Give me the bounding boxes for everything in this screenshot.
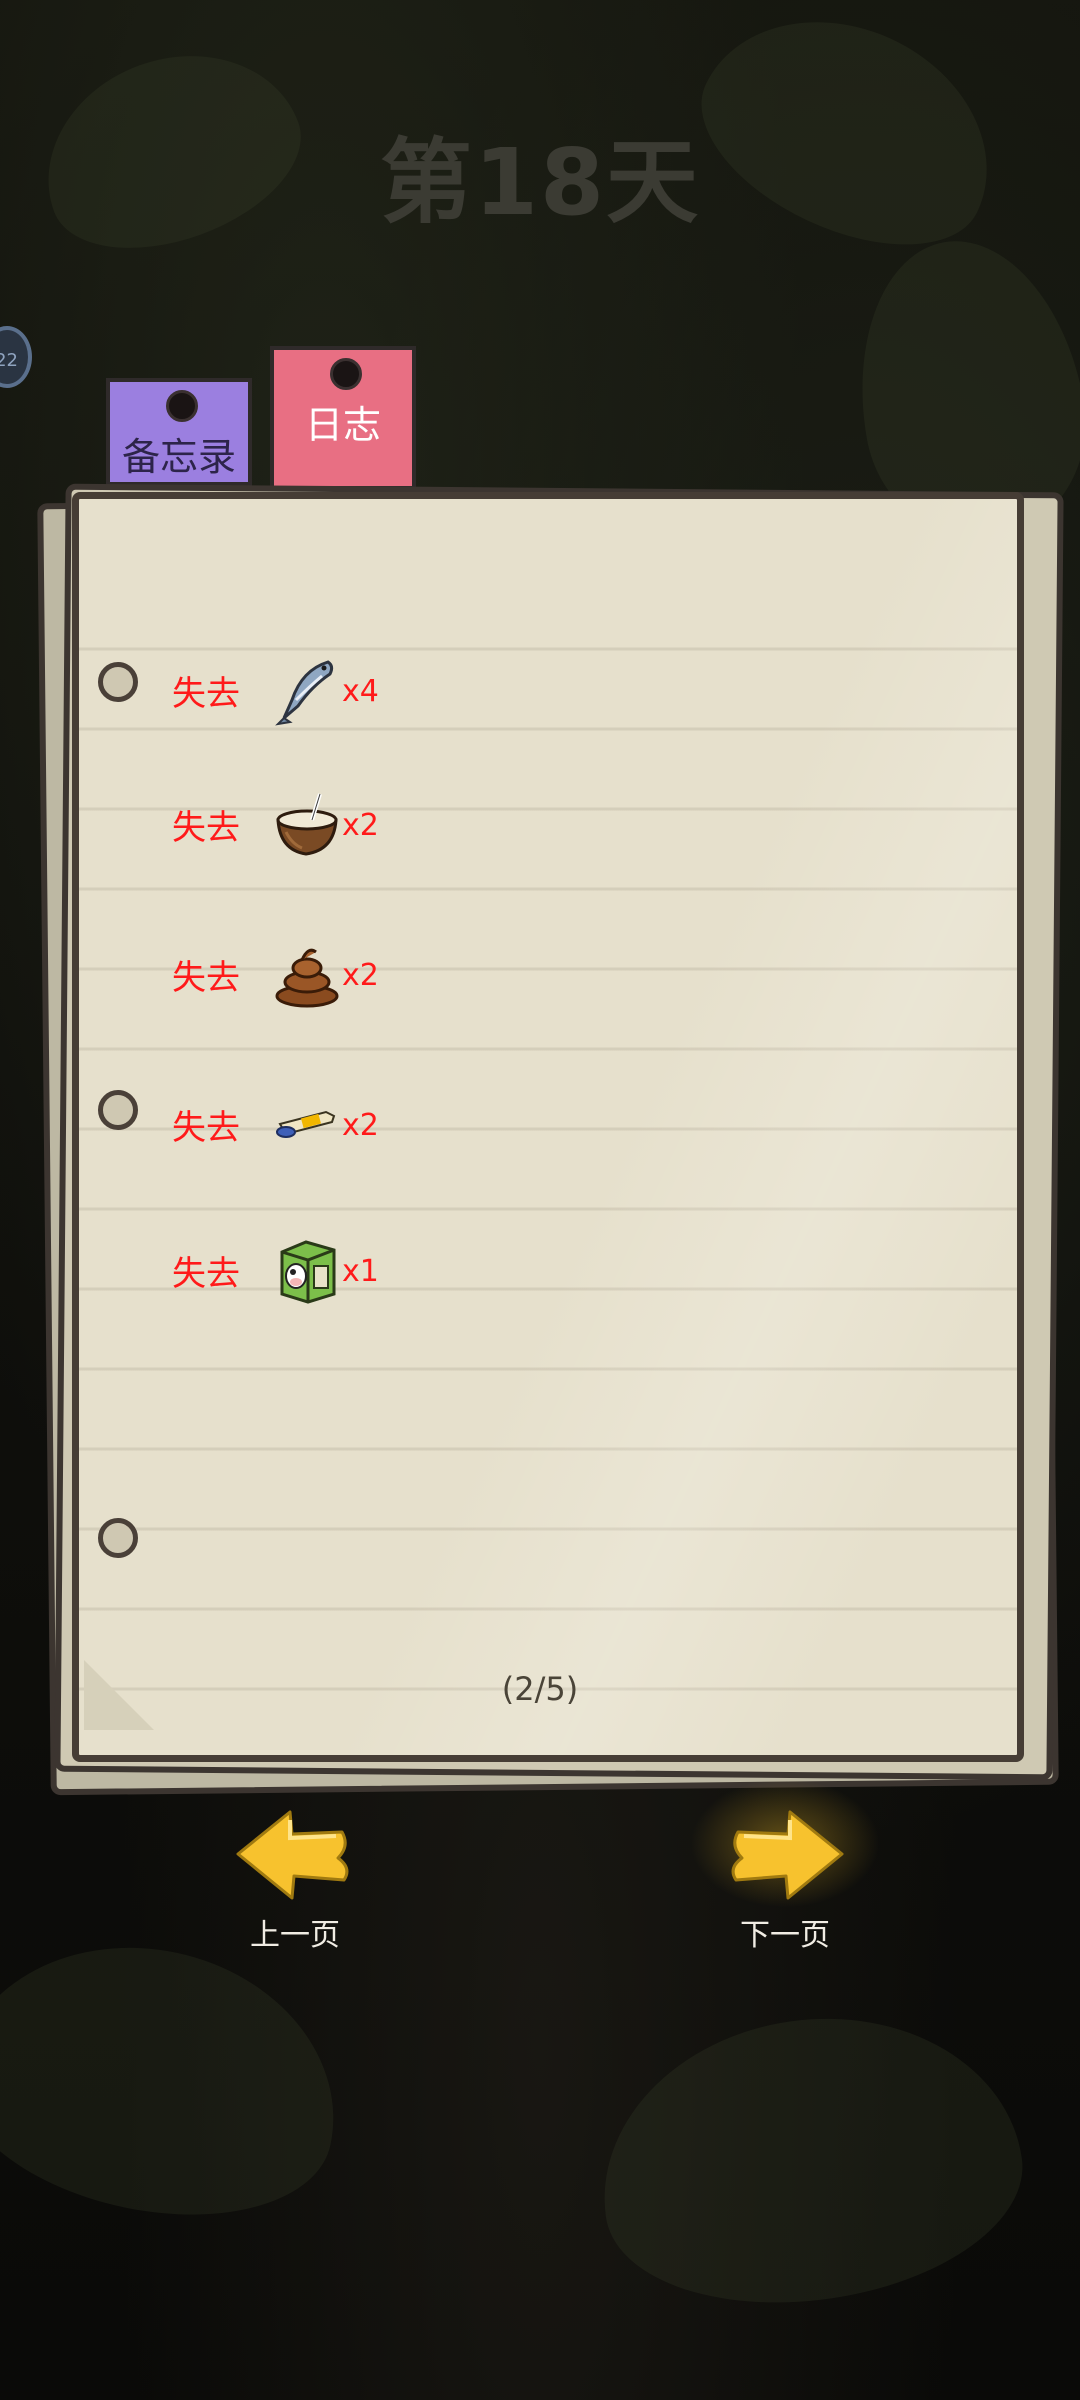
entry-quantity: x2 <box>342 958 379 993</box>
binder-ring <box>98 662 138 702</box>
next-page-button[interactable]: 下一页 <box>690 1778 880 1960</box>
fish-icon <box>272 656 342 726</box>
entry-quantity: x1 <box>342 1254 379 1289</box>
tab-hole <box>166 390 198 422</box>
entry-action: 失去 <box>172 808 240 848</box>
arrow-right-icon <box>724 1806 846 1906</box>
side-badge[interactable]: 22 <box>0 326 32 388</box>
milk-carton-icon <box>272 1236 342 1306</box>
entry-action: 失去 <box>172 958 240 998</box>
tab-log-label: 日志 <box>304 403 381 447</box>
binder-ring <box>98 1090 138 1130</box>
entry-action: 失去 <box>172 674 240 714</box>
entry-quantity: x4 <box>342 674 379 709</box>
binder-ring <box>98 1518 138 1558</box>
ointment-tube-icon <box>272 1090 342 1160</box>
entry-quantity: x2 <box>342 1108 379 1143</box>
day-title: 第18天 <box>379 129 701 236</box>
entry-quantity: x2 <box>342 808 379 843</box>
tab-memo-label: 备忘录 <box>121 435 236 479</box>
tab-hole <box>330 358 362 390</box>
tab-memo[interactable]: 备忘录 <box>106 378 252 486</box>
coconut-drink-icon <box>272 790 342 860</box>
arrow-left-icon <box>234 1806 356 1906</box>
foliage-decoration <box>582 1992 1038 2328</box>
game-screen: 第18天 22 备忘录 日志 失去 x4 失去 x2 失去 x2 失去 x2 失… <box>0 0 1080 2400</box>
prev-page-label: 上一页 <box>250 1918 340 1953</box>
next-page-label: 下一页 <box>740 1918 830 1953</box>
entry-action: 失去 <box>172 1254 240 1294</box>
foliage-decoration <box>0 1913 363 2247</box>
poop-icon <box>272 940 342 1010</box>
entry-action: 失去 <box>172 1108 240 1148</box>
page-indicator: (2/5) <box>501 1670 579 1708</box>
prev-page-button[interactable]: 上一页 <box>210 1800 380 1960</box>
tab-log[interactable]: 日志 <box>270 346 416 490</box>
